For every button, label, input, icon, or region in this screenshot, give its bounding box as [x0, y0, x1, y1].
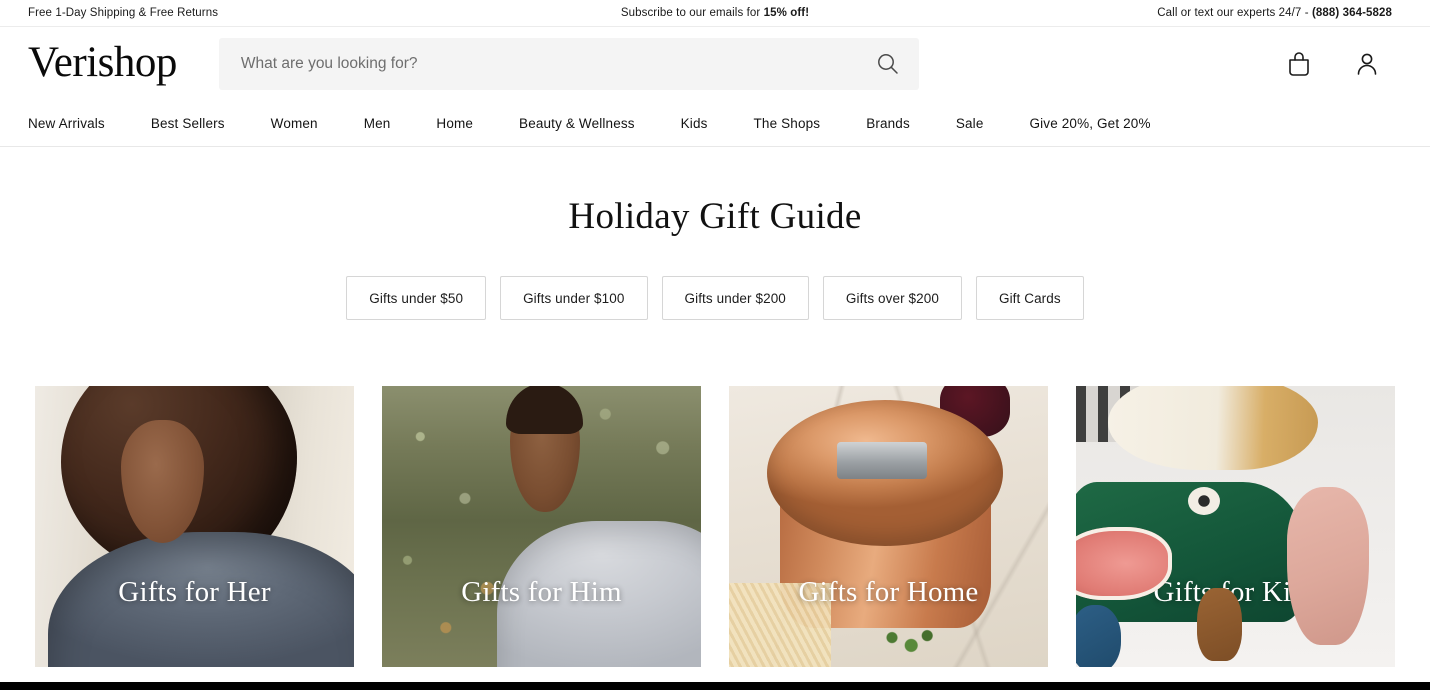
card-art-croc-mouth	[1076, 526, 1172, 600]
category-card-image	[729, 386, 1048, 667]
announcement-subscribe-text: Subscribe to our emails for	[620, 7, 764, 19]
category-card-gifts-for-him[interactable]: Gifts for Him	[382, 386, 701, 667]
nav-item-kids[interactable]: Kids	[681, 112, 708, 135]
header-actions	[1284, 49, 1382, 79]
search-bar	[218, 38, 919, 90]
user-account-icon	[1357, 53, 1377, 75]
card-art-face	[121, 419, 205, 544]
category-card-image	[35, 386, 354, 667]
verishop-logo[interactable]: Verishop	[28, 41, 177, 88]
card-art-bunny	[1286, 487, 1370, 645]
category-card-gifts-for-kids[interactable]: Gifts for Kids	[1076, 386, 1395, 667]
announcement-contact[interactable]: Call or text our experts 24/7 - (888) 36…	[1157, 7, 1392, 19]
nav-item-new-arrivals[interactable]: New Arrivals	[28, 112, 105, 135]
announcement-phone-number: (888) 364-5828	[1311, 7, 1392, 19]
page-title: Holiday Gift Guide	[568, 196, 862, 237]
price-filter-group: Gifts under $50 Gifts under $100 Gifts und…	[0, 276, 1430, 320]
category-card-gifts-for-home[interactable]: Gifts for Home	[729, 386, 1048, 667]
nav-item-home[interactable]: Home	[436, 112, 473, 135]
search-input[interactable]	[218, 38, 919, 90]
main-navigation: New Arrivals Best Sellers Women Men Home Beau…	[0, 101, 1430, 147]
nav-item-women[interactable]: Women	[271, 112, 318, 135]
announcement-bar: Free 1-Day Shipping & Free Returns Subsc…	[0, 0, 1430, 27]
search-submit-button[interactable]	[871, 47, 905, 81]
card-art-blue-toy	[1076, 605, 1121, 667]
card-art-doll	[1107, 386, 1319, 471]
category-card-gifts-for-her[interactable]: Gifts for Her	[35, 386, 354, 667]
nav-item-give-20-get-20[interactable]: Give 20%, Get 20%	[1030, 112, 1151, 135]
card-art-lid-knob	[837, 442, 927, 479]
nav-item-the-shops[interactable]: The Shops	[754, 112, 821, 135]
card-art-dog	[1197, 588, 1242, 662]
announcement-subscribe-discount: 15% off!	[763, 7, 810, 19]
category-card-image	[382, 386, 701, 667]
filter-button-gifts-over-200[interactable]: Gifts over $200	[822, 276, 962, 320]
announcement-shipping-text: Free 1-Day Shipping & Free Returns	[28, 7, 219, 19]
announcement-contact-text: Call or text our experts 24/7 -	[1157, 7, 1312, 19]
filter-button-gifts-under-50[interactable]: Gifts under $50	[346, 276, 487, 320]
nav-item-sale[interactable]: Sale	[956, 112, 984, 135]
search-icon	[877, 54, 898, 74]
card-art-croc-eye	[1187, 487, 1220, 516]
filter-button-gifts-under-200[interactable]: Gifts under $200	[661, 276, 809, 320]
card-art-hair	[506, 386, 583, 434]
announcement-subscribe-link[interactable]: Subscribe to our emails for 15% off!	[621, 7, 809, 19]
nav-item-brands[interactable]: Brands	[866, 112, 910, 135]
bottom-bar	[0, 682, 1430, 690]
card-art-torso	[496, 520, 701, 667]
card-art-noodles	[729, 582, 832, 667]
card-art-herb	[875, 622, 940, 662]
account-button[interactable]	[1352, 49, 1382, 79]
site-header: Verishop	[0, 27, 1430, 101]
category-card-grid: Gifts for Her Gifts for Him Gifts for Home…	[0, 386, 1430, 667]
page-content: Holiday Gift Guide Gifts under $50 Gifts …	[0, 195, 1430, 667]
filter-button-gift-cards[interactable]: Gift Cards	[975, 276, 1084, 320]
nav-item-men[interactable]: Men	[364, 112, 391, 135]
shopping-bag-icon	[1289, 52, 1309, 76]
shopping-bag-button[interactable]	[1284, 49, 1314, 79]
nav-item-beauty-wellness[interactable]: Beauty & Wellness	[519, 112, 635, 135]
nav-item-best-sellers[interactable]: Best Sellers	[151, 112, 225, 135]
filter-button-gifts-under-100[interactable]: Gifts under $100	[500, 276, 648, 320]
category-card-image	[1076, 386, 1395, 667]
